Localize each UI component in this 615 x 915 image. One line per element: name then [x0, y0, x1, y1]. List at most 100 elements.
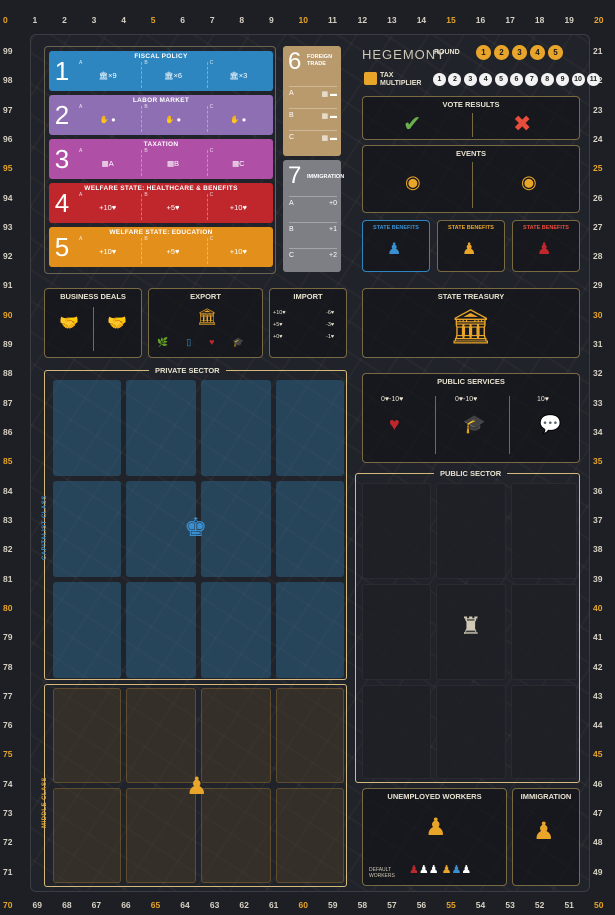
state-treasury-panel[interactable]: STATE TREASURY 🏛	[362, 288, 580, 358]
score-track-left: 99 98 97 96 95 94 93 92 91 90 89 88 87 86 85 84 83 82 81 80…	[3, 40, 25, 890]
company-slot[interactable]	[53, 481, 121, 577]
score-track-bottom: 70 69 68 67 66 65 64 63 62 61 60 59 58 57 56 55 54 53 52 51…	[0, 897, 615, 915]
tax-multiplier-slot[interactable]: 7	[525, 73, 539, 86]
policy-option-c[interactable]: C 🏛 ×3	[206, 60, 269, 88]
events-panel[interactable]: EVENTS ◉ ◉	[362, 145, 580, 213]
company-slot[interactable]	[53, 582, 121, 678]
health-icon: ♥	[209, 337, 215, 347]
tax-multiplier-slot[interactable]: 3	[463, 73, 477, 86]
company-slot[interactable]	[201, 582, 271, 678]
policy-fiscal[interactable]: 1 FISCAL POLICY A 🏛 ×9 B 🏛 ×6 C 🏛 ×3	[49, 51, 273, 91]
policy-option-b[interactable]: B +5♥	[141, 192, 203, 220]
policy-option-c[interactable]: C ✋ ●	[206, 104, 269, 132]
public-services-panel[interactable]: PUBLIC SERVICES 0♥-10♥ 0♥-10♥ 10♥ ♥ 🎓 💬	[362, 373, 580, 463]
tax-multiplier-slot[interactable]: 9	[556, 73, 570, 86]
trade-option-b[interactable]: B ▦ ▬	[289, 108, 337, 120]
policy-option-b[interactable]: B ✋ ●	[141, 104, 203, 132]
trade-option-a[interactable]: A ▦ ▬	[289, 86, 337, 98]
tax-multiplier-slot[interactable]: 5	[494, 73, 508, 86]
tax-multiplier-slot[interactable]: 11	[586, 73, 600, 86]
immigration-option-c[interactable]: C +2	[289, 248, 337, 259]
policy-healthcare[interactable]: 4 WELFARE STATE: HEALTHCARE & BENEFITS A…	[49, 183, 273, 223]
policy-foreign-trade[interactable]: 6 FOREIGN TRADE A ▦ ▬ B ▦ ▬ C ▦ ▬	[283, 46, 341, 156]
policy-labor[interactable]: 2 LABOR MARKET A ✋ ● B ✋ ● C ✋ ●	[49, 95, 273, 135]
company-slot[interactable]	[201, 688, 271, 783]
policy-immigration[interactable]: 7 IMMIGRATION A +0 B +1 C +2	[283, 160, 344, 272]
round-marker[interactable]: 2	[494, 45, 509, 60]
company-slot[interactable]	[511, 685, 577, 779]
unemployed-workers-panel[interactable]: UNEMPLOYED WORKERS ♟ DEFAULT WORKERS ♟♟♟…	[362, 788, 507, 886]
trade-option-c[interactable]: C ▦ ▬	[289, 130, 337, 142]
company-slot[interactable]	[53, 788, 121, 883]
company-slot[interactable]	[276, 788, 344, 883]
company-slot[interactable]	[276, 688, 344, 783]
track-number: 86	[3, 427, 13, 438]
company-slot[interactable]	[276, 380, 344, 476]
company-slot[interactable]	[53, 380, 121, 476]
company-slot[interactable]	[436, 483, 506, 579]
export-panel[interactable]: EXPORT 🏛 🌿 ▯ ♥ 🎓	[148, 288, 263, 358]
vote-results-panel[interactable]: VOTE RESULTS ✔ ✖	[362, 96, 580, 140]
immigration-panel[interactable]: IMMIGRATION ♟	[512, 788, 580, 886]
round-marker[interactable]: 3	[512, 45, 527, 60]
business-deals-panel[interactable]: BUSINESS DEALS 🤝 🤝	[44, 288, 142, 358]
policy-title: WELFARE STATE: EDUCATION	[109, 229, 213, 236]
round-marker[interactable]: 5	[548, 45, 563, 60]
company-slot[interactable]	[53, 688, 121, 783]
company-slot[interactable]	[201, 788, 271, 883]
company-slot[interactable]	[362, 483, 431, 579]
track-number: 89	[3, 339, 13, 350]
state-benefits-capitalist[interactable]: STATE BENEFITS ♟	[362, 220, 430, 272]
option-value: C	[239, 158, 245, 168]
track-number: 19	[564, 15, 574, 25]
state-benefits-middle[interactable]: STATE BENEFITS ♟	[437, 220, 505, 272]
company-slot[interactable]	[126, 788, 196, 883]
policy-option-c[interactable]: C +10♥	[206, 192, 269, 220]
import-panel[interactable]: IMPORT +10♥ +5♥ +0♥ -6♥ -3♥ -1♥	[269, 288, 347, 358]
tax-multiplier-slot[interactable]: 2	[448, 73, 462, 86]
immigration-option-b[interactable]: B +1	[289, 222, 337, 233]
company-slot[interactable]	[511, 584, 577, 680]
track-number: 55	[446, 900, 456, 910]
policy-option-a[interactable]: A ▦ A	[77, 148, 138, 176]
globe-icon: ◉	[405, 172, 421, 192]
policy-option-a[interactable]: A ✋ ●	[77, 104, 138, 132]
company-slot[interactable]	[126, 688, 196, 783]
policy-taxation[interactable]: 3 TAXATION A ▦ A B ▦ B C ▦ C	[49, 139, 273, 179]
policy-option-c[interactable]: C +10♥	[206, 236, 269, 264]
track-number: 20	[594, 15, 604, 25]
track-number: 56	[416, 900, 427, 910]
panel-title: STATE BENEFITS	[373, 225, 419, 231]
track-number: 4	[121, 15, 126, 25]
company-slot[interactable]	[362, 584, 431, 680]
company-slot[interactable]	[276, 582, 344, 678]
tax-multiplier-slot[interactable]: 1	[433, 73, 446, 86]
tax-multiplier-slot[interactable]: 8	[540, 73, 554, 86]
company-slot[interactable]	[201, 380, 271, 476]
policy-option-a[interactable]: A 🏛 ×9	[77, 60, 138, 88]
company-slot[interactable]	[511, 483, 577, 579]
company-slot[interactable]	[276, 481, 344, 577]
company-slot[interactable]	[436, 685, 506, 779]
company-slot[interactable]	[126, 380, 196, 476]
tax-multiplier-slot[interactable]: 4	[479, 73, 493, 86]
track-number: 39	[593, 573, 603, 584]
policy-option-b[interactable]: B 🏛 ×6	[141, 60, 203, 88]
company-slot[interactable]	[362, 685, 431, 779]
policy-option-b[interactable]: B ▦ B	[141, 148, 203, 176]
round-marker[interactable]: 4	[530, 45, 545, 60]
policy-education[interactable]: 5 WELFARE STATE: EDUCATION A +10♥ B +5♥ C +…	[49, 227, 273, 267]
state-benefits-working[interactable]: STATE BENEFITS ♟	[512, 220, 580, 272]
round-marker[interactable]: 1	[476, 45, 491, 60]
policy-option-b[interactable]: B +5♥	[141, 236, 203, 264]
policy-option-c[interactable]: C ▦ C	[206, 148, 269, 176]
track-number: 21	[593, 46, 603, 56]
policy-option-a[interactable]: A +10♥	[77, 236, 138, 264]
immigration-option-a[interactable]: A +0	[289, 196, 337, 207]
policy-option-a[interactable]: A +10♥	[77, 192, 138, 220]
company-slot[interactable]	[201, 481, 271, 577]
tax-multiplier-slot[interactable]: 10	[571, 73, 585, 86]
capitalist-worker-icon: ♟	[387, 241, 402, 258]
tax-multiplier-slot[interactable]: 6	[509, 73, 523, 86]
company-slot[interactable]	[126, 582, 196, 678]
